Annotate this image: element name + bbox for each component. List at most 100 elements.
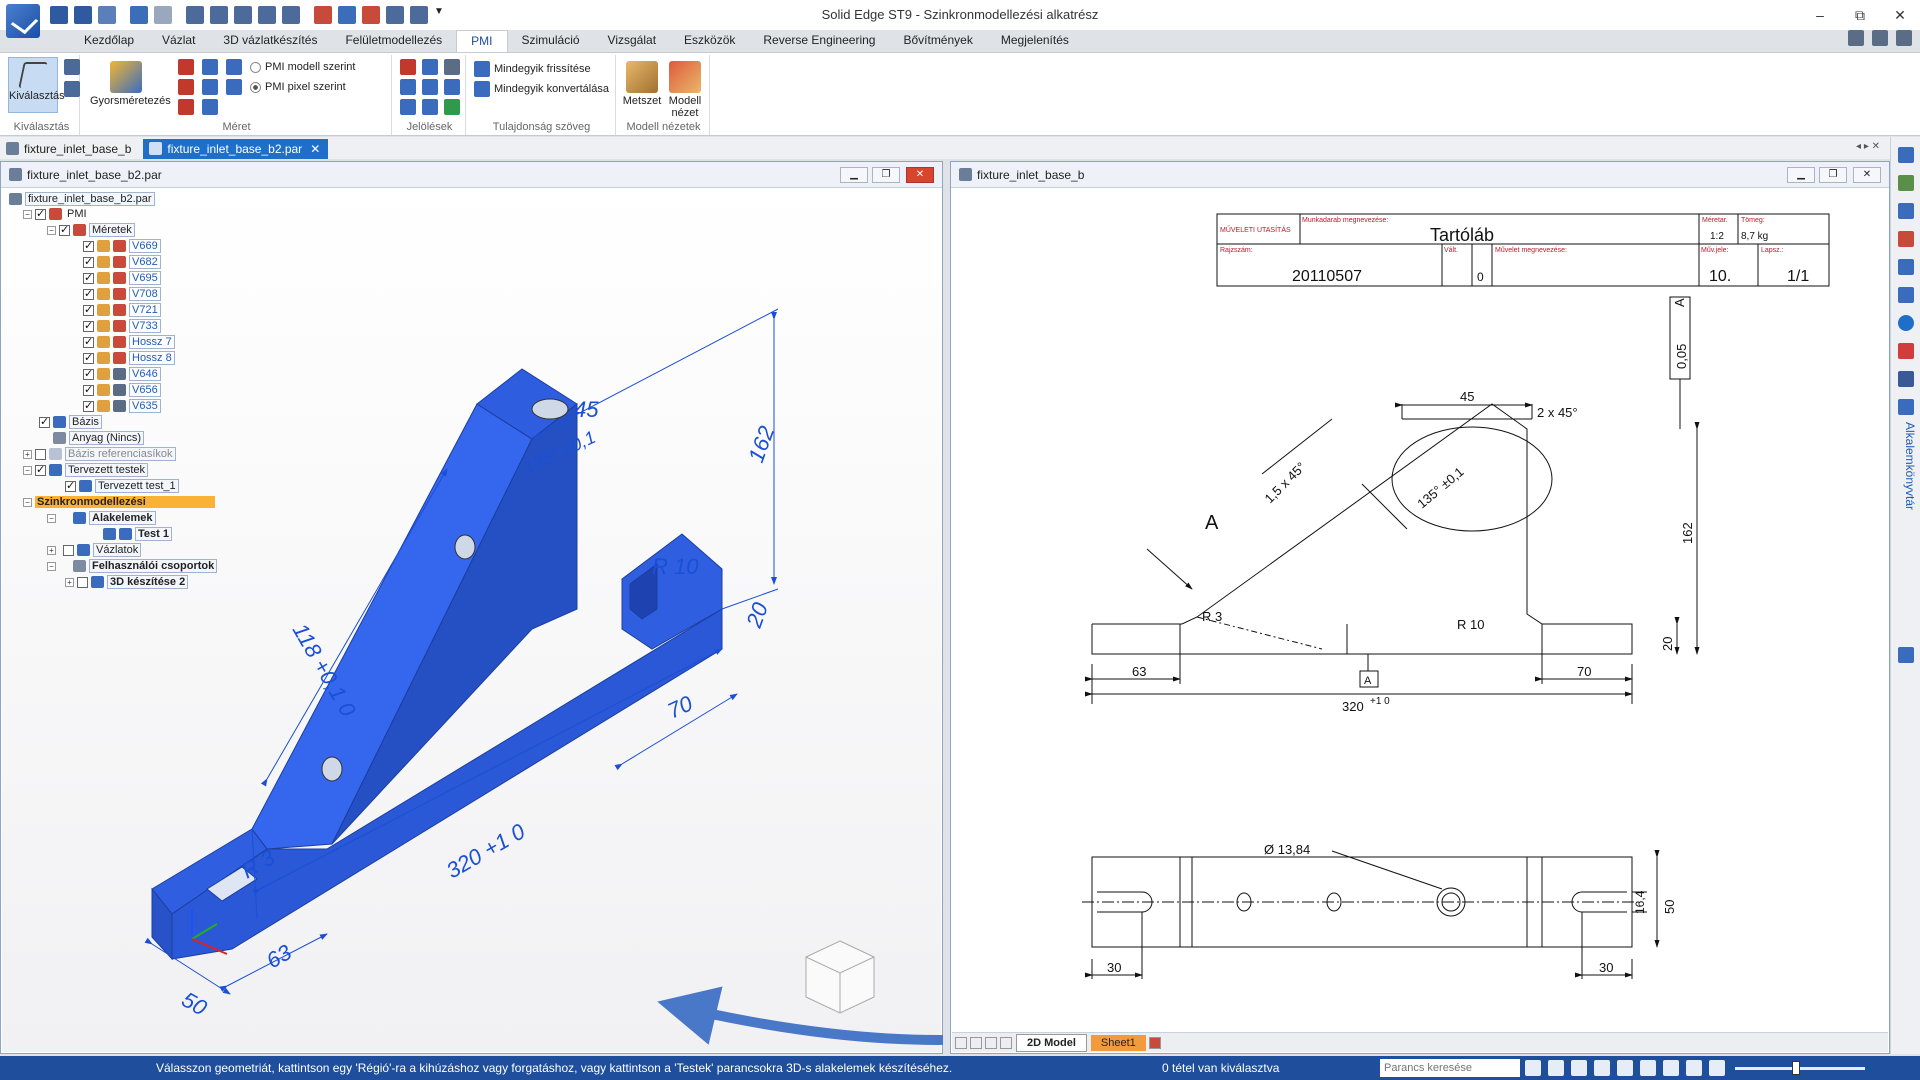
collapse-icon[interactable]: − [23,465,32,475]
tree-dim-item[interactable]: V635 [83,399,161,413]
dim-63[interactable]: 63 [1132,664,1146,679]
tab-szimulacio[interactable]: Szimuláció [508,30,594,52]
tree-designed-bodies[interactable]: − Tervezett testek [23,463,149,477]
coordinate-dimension-icon[interactable] [202,79,218,95]
colors-icon[interactable] [1898,231,1914,247]
dim-162[interactable]: 162 [1680,522,1695,544]
tree-features[interactable]: − Alakelemek [47,511,156,525]
2d-drawing[interactable]: MŰVELETI UTASÍTÁS Munkadarab megnevezése… [952,189,1888,1031]
select-mode-icon[interactable] [64,81,80,97]
convert-all-button[interactable]: Mindegyik konvertálása [474,81,609,97]
dim-50[interactable]: 50 [1662,900,1677,914]
balloon-icon[interactable] [444,59,460,75]
dim-chamfer-2[interactable]: 1,5 x 45° [1262,459,1309,506]
visibility-checkbox[interactable] [83,303,94,316]
help-icon[interactable] [1848,30,1864,46]
part-body[interactable] [151,368,723,961]
tree-sync[interactable]: − Szinkronmodellezési [23,495,215,509]
tree-material[interactable]: Anyag (Nincs) [53,431,145,445]
model-dim-320[interactable]: 320 +1 0 [442,818,530,883]
options-icon[interactable] [1872,30,1888,46]
dim-angle[interactable]: 135° ±0,1 [1414,464,1466,511]
pmi-pixel-radio[interactable] [250,81,261,93]
tree-body-1[interactable]: Test 1 [103,527,172,541]
visibility-checkbox[interactable] [83,335,94,348]
visibility-checkbox[interactable] [83,239,94,252]
pane-close-button[interactable]: ✕ [1853,167,1881,183]
command-search-input[interactable] [1380,1059,1520,1077]
view-cube[interactable] [805,940,875,1014]
datum-a-box-label[interactable]: A [1364,675,1372,687]
restore-button[interactable]: ⧉ [1840,0,1880,30]
family-icon[interactable] [1898,203,1914,219]
tree-dim-item[interactable]: V646 [83,367,161,381]
pane-minimize-button[interactable]: ▁ [1787,167,1815,183]
refresh-all-button[interactable]: Mindegyik frissítése [474,61,591,77]
dim-r3[interactable]: R 3 [1202,609,1222,624]
expand-icon[interactable]: + [65,577,74,587]
visibility-checkbox[interactable] [35,207,46,220]
model-dim-70[interactable]: 70 [664,690,697,723]
tree-dim-item[interactable]: V721 [83,303,161,317]
pane-close-button[interactable]: ✕ [906,167,934,183]
go-icon[interactable] [1525,1060,1541,1076]
visibility-checkbox[interactable] [59,223,70,236]
model-dim-50[interactable]: 50 [178,987,212,1021]
minimize-button[interactable]: – [1800,0,1840,30]
visibility-checkbox[interactable] [83,271,94,284]
tree-dim-item[interactable]: Hossz 8 [83,351,175,365]
tree-dim-item[interactable]: V656 [83,383,161,397]
layers-icon[interactable] [1898,175,1914,191]
tree-make3d[interactable]: +3D készítése 2 [65,575,189,589]
next-sheet-icon[interactable] [985,1036,997,1049]
pane-restore-button[interactable]: ❐ [872,167,900,183]
edge-condition-icon[interactable] [444,79,460,95]
visibility-checkbox[interactable] [77,576,88,588]
solid-edge-app-icon[interactable] [6,4,40,38]
chamfer-dimension-icon[interactable] [202,99,218,115]
visibility-checkbox[interactable] [35,463,46,476]
views-icon[interactable] [1898,259,1914,275]
collapse-icon[interactable]: − [23,497,32,507]
datum-a-label[interactable]: A [1205,512,1219,534]
leader-icon[interactable] [422,59,438,75]
parts-library-icon[interactable] [1898,399,1914,415]
facebook-icon[interactable] [1898,371,1914,387]
tree-user-groups[interactable]: − Felhasználói csoportok [47,559,218,573]
tab-kezdolap[interactable]: Kezdőlap [70,30,148,52]
tab-megjelenites[interactable]: Megjelenítés [987,30,1083,52]
visibility-checkbox[interactable] [83,383,94,396]
pane-restore-button[interactable]: ❐ [1819,167,1847,183]
dim-45[interactable]: 45 [1460,389,1474,404]
tree-dim-item[interactable]: V733 [83,319,161,333]
first-sheet-icon[interactable] [955,1036,967,1049]
collapse-icon[interactable]: − [47,561,56,571]
dim-320-tolerance[interactable]: +1 0 [1370,696,1390,707]
rotate-icon[interactable] [1640,1060,1656,1076]
tab-bovitmenyek[interactable]: Bővítmények [889,30,986,52]
tab-eszkozok[interactable]: Eszközök [670,30,749,52]
pan-icon[interactable] [1617,1060,1633,1076]
tab-vazlat[interactable]: Vázlat [148,30,209,52]
model-view-button[interactable]: Modell nézet [664,61,706,119]
model-dim-20[interactable]: 20 [741,598,773,631]
visibility-checkbox[interactable] [83,287,94,300]
tree-dims[interactable]: − Méretek [47,223,135,237]
model-dim-63[interactable]: 63 [262,939,296,973]
datum-target-icon[interactable] [444,99,460,115]
zoom-slider[interactable] [1735,1067,1865,1070]
visibility-checkbox[interactable] [65,479,76,492]
dim-30-left[interactable]: 30 [1107,960,1121,975]
distance-dimension-icon[interactable] [178,79,194,95]
last-sheet-icon[interactable] [1000,1036,1012,1049]
close-tab-icon[interactable]: ✕ [310,142,320,156]
zoom-out-icon[interactable] [1709,1060,1725,1076]
dim-diameter[interactable]: Ø 13,84 [1264,842,1310,857]
help-icon[interactable] [1898,315,1914,331]
tab-felulet[interactable]: Felületmodellezés [331,30,456,52]
tab-reverse[interactable]: Reverse Engineering [749,30,889,52]
visibility-checkbox[interactable] [83,319,94,332]
tree-pmi[interactable]: − PMI [23,207,89,221]
visibility-checkbox[interactable] [63,544,74,556]
drawing-sheet[interactable]: MŰVELETI UTASÍTÁS Munkadarab megnevezése… [952,189,1888,1031]
